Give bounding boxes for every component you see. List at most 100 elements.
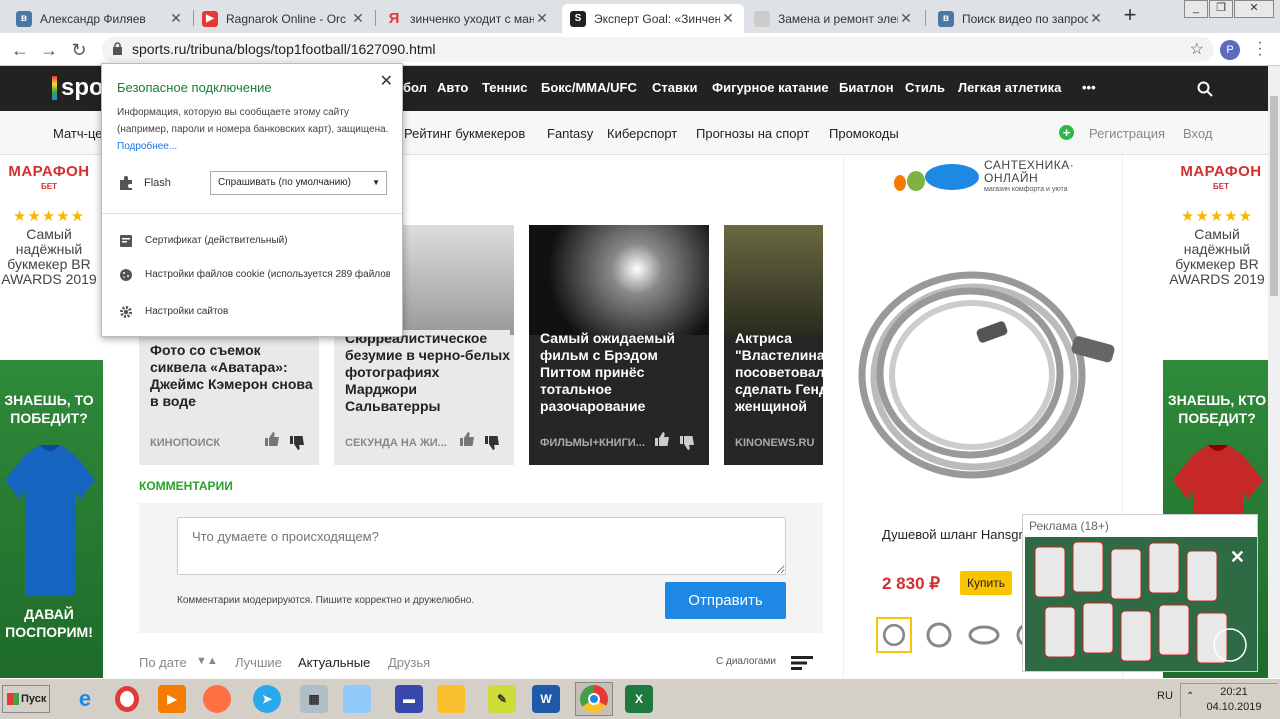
tab-close-icon[interactable]: ✕ [350, 10, 366, 27]
minimize-button[interactable]: _ [1184, 0, 1208, 18]
tray-expand-icon[interactable]: ⌃ [1186, 691, 1194, 702]
clock[interactable]: 20:21 04.10.2019 [1199, 685, 1269, 715]
tab-close-icon[interactable]: ✕ [1088, 10, 1104, 27]
buy-button[interactable]: Купить [960, 571, 1012, 595]
tab-sports-active[interactable]: S Эксперт Goal: «Зинченко ✕ [562, 4, 744, 33]
left-bookmaker-ad[interactable]: МАРАФОН БЕТ ★★★★★ Самый надёжный букмеке… [0, 155, 103, 678]
tab-close-icon[interactable]: ✕ [534, 10, 550, 27]
ad-award-text: Самый надёжный букмекер BR AWARDS 2019 [1169, 226, 1265, 287]
card-title: Фото со съемок сиквела «Аватара»: Джеймс… [150, 330, 315, 410]
site-settings-row[interactable]: Настройки сайтов [145, 306, 390, 317]
nav-bets[interactable]: Ставки [652, 80, 697, 95]
forward-button[interactable]: → [38, 39, 60, 61]
tab-close-icon[interactable]: ✕ [898, 10, 914, 27]
tab-vk-1[interactable]: в Александр Филяев ✕ [8, 4, 192, 33]
plus-icon[interactable]: + [1059, 125, 1074, 140]
browser-menu-icon[interactable]: · · · [1254, 35, 1266, 63]
close-ad-icon[interactable]: ✕ [1230, 547, 1245, 568]
register-link[interactable]: Регистрация [1089, 126, 1165, 141]
nav-boxing[interactable]: Бокс/MMA/UFC [541, 80, 637, 95]
news-card[interactable]: Актриса "Властелина посоветовала сделать… [724, 225, 823, 465]
url-text[interactable]: sports.ru/tribuna/blogs/top1football/162… [132, 41, 436, 57]
taskbar-explorer[interactable] [432, 682, 470, 716]
tab-repair[interactable]: Замена и ремонт электрон ✕ [746, 4, 922, 33]
thumbs-up-icon[interactable] [654, 431, 670, 447]
thumbs-down-icon[interactable] [484, 435, 500, 451]
subnav-promocodes[interactable]: Промокоды [829, 126, 899, 141]
thumbs-down-icon[interactable] [289, 435, 305, 451]
nav-style[interactable]: Стиль [905, 80, 945, 95]
taskbar-chrome[interactable] [575, 682, 613, 716]
sort-best[interactable]: Лучшие [235, 655, 282, 670]
nav-athletics[interactable]: Легкая атлетика [958, 80, 1061, 95]
close-icon[interactable]: ✕ [380, 71, 393, 91]
product-name[interactable]: Душевой шланг Hansgrohe Sensoflex [882, 527, 1032, 543]
new-tab-button[interactable]: + [1118, 4, 1142, 28]
taskbar-excel[interactable]: X [620, 682, 658, 716]
sort-friends[interactable]: Друзья [388, 655, 430, 670]
video-ad-overlay[interactable]: Реклама (18+) ✕ [1022, 514, 1258, 672]
video-ad-player[interactable]: ✕ [1025, 537, 1257, 671]
tab-youtube[interactable]: ▶ Ragnarok Online - Orc Lord ✕ [194, 4, 374, 33]
nav-biathlon[interactable]: Биатлон [839, 80, 894, 95]
login-link[interactable]: Вход [1183, 126, 1212, 141]
subnav-bookmakers[interactable]: Рейтинг букмекеров [404, 126, 525, 141]
dialogs-toggle[interactable]: С диалогами [716, 656, 776, 667]
taskbar-opera[interactable] [108, 682, 146, 716]
reload-button[interactable]: ↻ [68, 39, 90, 61]
search-icon[interactable] [1197, 81, 1213, 97]
language-indicator[interactable]: RU [1157, 690, 1173, 702]
product-thumbnail[interactable] [921, 617, 957, 653]
thumbs-down-icon[interactable] [679, 435, 695, 451]
bookmark-star-icon[interactable]: ☆ [1190, 39, 1204, 59]
taskbar-notepad[interactable]: ✎ [483, 682, 521, 716]
sort-by-date[interactable]: По дате [139, 655, 187, 670]
nav-tennis[interactable]: Теннис [482, 80, 527, 95]
product-thumbnail[interactable] [876, 617, 912, 653]
sort-arrow-icon[interactable]: ▼▲ [196, 655, 218, 667]
subnav-fantasy[interactable]: Fantasy [547, 126, 593, 141]
subnav-predictions[interactable]: Прогнозы на спорт [696, 126, 809, 141]
nav-figure-skating[interactable]: Фигурное катание [712, 80, 829, 95]
list-view-icon[interactable] [791, 656, 813, 670]
taskbar-calculator[interactable]: ▦ [295, 682, 333, 716]
subnav-match-center[interactable]: Матч-це [53, 126, 103, 141]
taskbar-word[interactable]: W [527, 682, 565, 716]
page-scrollbar[interactable] [1268, 66, 1280, 678]
lock-icon[interactable] [112, 42, 123, 55]
maximize-button[interactable]: ❐ [1209, 0, 1233, 18]
back-button[interactable]: ← [9, 39, 31, 61]
start-button[interactable]: Пуск [2, 685, 50, 713]
ad-brand: МАРАФОН [8, 163, 90, 180]
thumbs-up-icon[interactable] [459, 431, 475, 447]
generic-page-icon [754, 10, 770, 27]
nav-auto[interactable]: Авто [437, 80, 468, 95]
more-link[interactable]: Подробнее... [117, 141, 177, 152]
taskbar-telegram[interactable]: ➤ [248, 682, 286, 716]
tab-close-icon[interactable]: ✕ [168, 10, 184, 27]
certificate-row[interactable]: Сертификат (действительный) [145, 235, 390, 246]
tab-close-icon[interactable]: ✕ [720, 10, 736, 27]
subnav-esports[interactable]: Киберспорт [607, 126, 677, 141]
product-thumbnail[interactable] [966, 617, 1002, 653]
news-card[interactable]: Самый ожидаемый фильм с Брэдом Питтом пр… [529, 225, 709, 465]
nav-more[interactable]: ••• [1082, 80, 1096, 95]
tab-vk-2[interactable]: в Поиск видео по запросу С ✕ [930, 4, 1112, 33]
flash-permission-select[interactable]: Спрашивать (по умолчанию) ▼ [210, 171, 387, 195]
card-source: СЕКУНДА НА ЖИ... [345, 437, 447, 449]
taskbar-firefox[interactable] [198, 682, 236, 716]
cookie-settings-row[interactable]: Настройки файлов cookie (используется 28… [145, 269, 390, 280]
window-close-button[interactable]: ✕ [1234, 0, 1274, 18]
nav-football[interactable]: бол [403, 80, 427, 95]
thumbs-up-icon[interactable] [264, 431, 280, 447]
taskbar-paint[interactable] [338, 682, 376, 716]
send-comment-button[interactable]: Отправить [665, 582, 786, 619]
taskbar-save[interactable]: ▬ [390, 682, 428, 716]
comment-input[interactable] [177, 517, 786, 575]
taskbar-ie[interactable]: e [66, 682, 104, 716]
sort-actual[interactable]: Актуальные [298, 655, 370, 670]
profile-avatar[interactable]: P [1220, 40, 1240, 60]
tab-yandex[interactable]: Я зинченко уходит с ман сити ✕ [378, 4, 558, 33]
taskbar-media[interactable]: ▶ [153, 682, 191, 716]
address-bar[interactable]: sports.ru/tribuna/blogs/top1football/162… [102, 37, 1214, 62]
